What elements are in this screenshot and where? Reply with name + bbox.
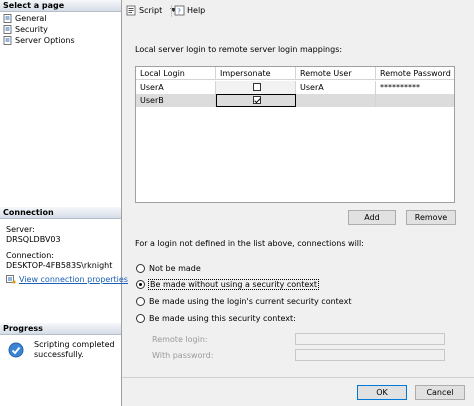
radio-this-security-context[interactable]: Be made using this security context: xyxy=(136,313,296,325)
column-header-impersonate[interactable]: Impersonate xyxy=(216,67,296,80)
view-connection-properties-link[interactable]: View connection properties xyxy=(6,275,128,285)
remote-user-cell[interactable]: UserA xyxy=(296,81,376,94)
server-label: Server: xyxy=(6,225,35,234)
main-pane: Script ? Help Local server login to remo… xyxy=(122,0,474,406)
svg-text:?: ? xyxy=(177,8,181,16)
connection-label: Connection: xyxy=(6,251,54,260)
remote-password-cell[interactable] xyxy=(376,94,454,107)
not-defined-label: For a login not defined in the list abov… xyxy=(135,239,364,248)
grid-header-row: Local Login Impersonate Remote User Remo… xyxy=(136,67,454,80)
left-pane: Select a page General Security Server Op… xyxy=(0,0,128,406)
radio-label: Be made without using a security context xyxy=(147,279,320,290)
add-button[interactable]: Add xyxy=(348,210,396,225)
remote-login-label: Remote login: xyxy=(152,335,208,344)
page-item-label: Server Options xyxy=(15,36,75,45)
page-item-security[interactable]: Security xyxy=(3,24,48,35)
view-connection-properties-label[interactable]: View connection properties xyxy=(19,275,128,284)
page-item-label: General xyxy=(15,14,47,23)
help-icon: ? xyxy=(174,5,185,16)
radio-not-be-made[interactable]: Not be made xyxy=(136,263,201,275)
properties-icon xyxy=(6,275,16,284)
local-login-cell[interactable]: UserA xyxy=(136,81,216,94)
login-mappings-grid[interactable]: Local Login Impersonate Remote User Remo… xyxy=(135,66,455,203)
remove-button[interactable]: Remove xyxy=(406,210,456,225)
page-item-server-options[interactable]: Server Options xyxy=(3,35,75,46)
connection-value: DESKTOP-4FB583S\rknight xyxy=(6,261,113,270)
cancel-button[interactable]: Cancel xyxy=(415,385,465,400)
impersonate-checkbox[interactable] xyxy=(253,96,261,104)
local-login-cell[interactable]: UserB xyxy=(136,94,216,107)
mappings-label: Local server login to remote server logi… xyxy=(135,45,343,54)
connection-header: Connection xyxy=(0,207,121,219)
ok-button[interactable]: OK xyxy=(357,385,407,400)
table-row[interactable]: UserB xyxy=(136,94,454,107)
column-header-remote-user[interactable]: Remote User xyxy=(296,67,376,80)
toolbar: Script ? Help xyxy=(122,0,474,22)
footer-divider xyxy=(122,377,474,378)
page-icon xyxy=(3,25,12,34)
page-icon xyxy=(3,36,12,45)
success-check-icon xyxy=(8,342,24,358)
radio-label: Be made using this security context: xyxy=(149,314,296,323)
radio-button[interactable] xyxy=(136,264,145,273)
impersonate-cell[interactable] xyxy=(216,81,296,94)
radio-button[interactable] xyxy=(136,280,145,289)
progress-header: Progress xyxy=(0,323,121,335)
table-row[interactable]: UserA UserA ********** xyxy=(136,81,454,94)
select-page-header: Select a page xyxy=(0,0,121,12)
progress-status-line1: Scripting completed xyxy=(34,340,115,349)
radio-current-security-context[interactable]: Be made using the login's current securi… xyxy=(136,296,351,308)
server-value: DRSQLDBV03 xyxy=(6,235,61,244)
impersonate-cell[interactable] xyxy=(216,94,296,107)
script-button[interactable]: Script xyxy=(126,4,177,18)
page-item-label: Security xyxy=(15,25,48,34)
page-item-general[interactable]: General xyxy=(3,13,47,24)
remote-user-cell[interactable] xyxy=(296,94,376,107)
progress-status-line2: successfully. xyxy=(34,350,84,359)
remote-login-input[interactable] xyxy=(295,333,445,345)
column-header-remote-password[interactable]: Remote Password xyxy=(376,67,454,80)
with-password-label: With password: xyxy=(152,351,214,360)
impersonate-checkbox[interactable] xyxy=(253,83,261,91)
page-icon xyxy=(3,14,12,23)
radio-label: Be made using the login's current securi… xyxy=(149,297,352,306)
toolbar-separator xyxy=(171,5,172,17)
script-label: Script xyxy=(139,6,163,15)
radio-button[interactable] xyxy=(136,297,145,306)
help-button[interactable]: ? Help xyxy=(174,4,205,18)
with-password-input[interactable] xyxy=(295,349,445,361)
radio-label: Not be made xyxy=(149,264,201,273)
help-label: Help xyxy=(187,6,206,15)
script-icon xyxy=(126,5,137,16)
column-header-local-login[interactable]: Local Login xyxy=(136,67,216,80)
radio-button[interactable] xyxy=(136,314,145,323)
remote-password-cell[interactable]: ********** xyxy=(376,81,454,94)
radio-without-security-context[interactable]: Be made without using a security context xyxy=(136,279,320,291)
